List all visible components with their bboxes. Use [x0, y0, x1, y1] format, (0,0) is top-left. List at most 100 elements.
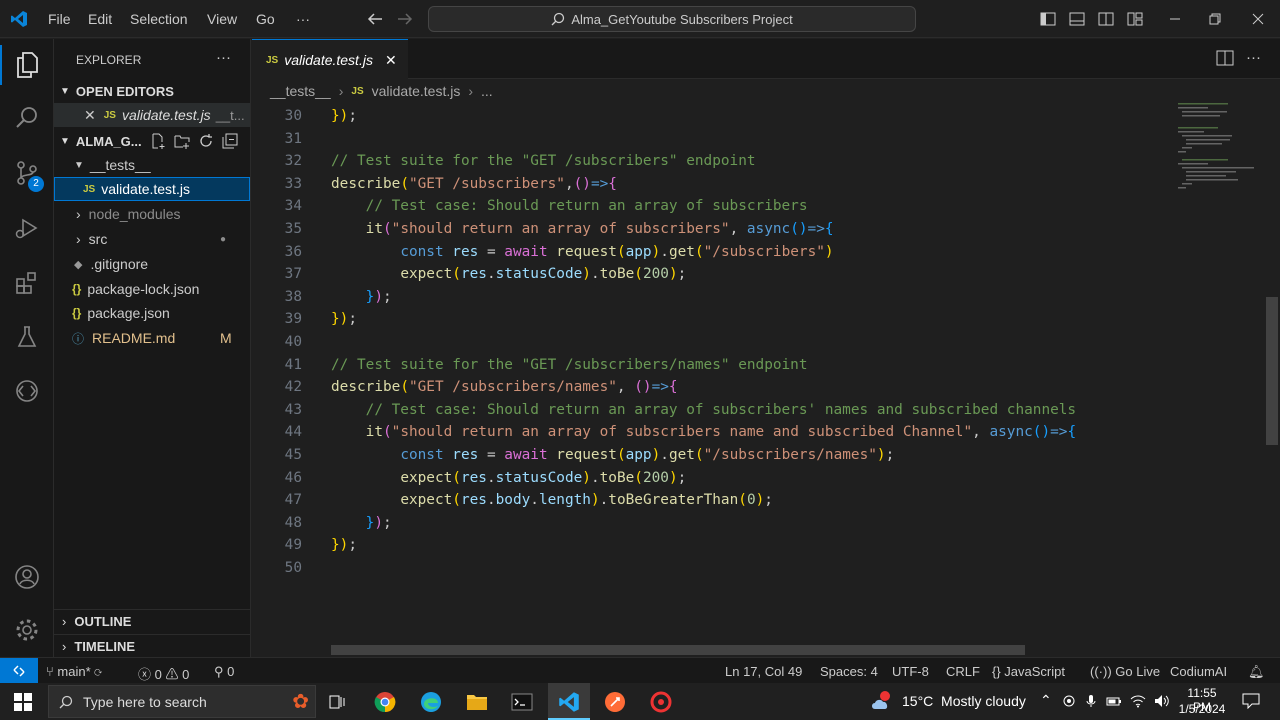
toggle-sidebar-icon[interactable]	[1040, 11, 1056, 27]
code-editor[interactable]: 30}); 31 32 // Test suite for the "GET /su…	[252, 107, 1172, 657]
extensions-icon[interactable]	[11, 267, 43, 299]
ports-indicator[interactable]: ⚲ 0	[214, 664, 234, 680]
weather-text[interactable]: 15°C Mostly cloudy	[902, 693, 1026, 709]
timeline-section[interactable]: › TIMELINE	[54, 634, 250, 658]
toggle-secondary-sidebar-icon[interactable]	[1098, 11, 1114, 27]
new-folder-icon[interactable]	[174, 133, 190, 149]
chevron-up-icon[interactable]: ⌃	[1040, 692, 1052, 709]
project-section[interactable]: ▼ ALMA_G...	[54, 129, 250, 153]
codium-ai[interactable]: CodiumAI	[1170, 664, 1227, 679]
problems-indicator[interactable]: ⓧ 0 ⚠ 0	[138, 664, 189, 683]
task-view-icon[interactable]	[322, 687, 352, 717]
minimap[interactable]	[1174, 101, 1264, 211]
breadcrumb-file[interactable]: validate.test.js	[372, 83, 461, 99]
code-line[interactable]: 47 expect(res.body.length).toBeGreaterTh…	[252, 489, 1172, 511]
breadcrumb-symbol[interactable]: ...	[481, 83, 493, 99]
remote-indicator-icon[interactable]	[0, 658, 38, 684]
collapse-all-icon[interactable]	[222, 133, 238, 149]
code-line[interactable]: 30});	[252, 107, 1172, 127]
more-actions-icon[interactable]: ···	[1246, 49, 1261, 66]
file-readme[interactable]: ⓘ README.md M	[54, 326, 250, 350]
code-line[interactable]: 44 it("should return an array of subscri…	[252, 421, 1172, 443]
code-line[interactable]: 50	[252, 557, 1172, 579]
battery-icon[interactable]	[1106, 694, 1122, 708]
code-line[interactable]: 40	[252, 331, 1172, 353]
line-ending[interactable]: CRLF	[946, 664, 980, 679]
windows-start-icon[interactable]	[8, 687, 38, 717]
toggle-panel-icon[interactable]	[1069, 11, 1085, 27]
code-line[interactable]: 31	[252, 128, 1172, 150]
folder-tests[interactable]: ▼ __tests__	[54, 153, 250, 177]
menu-view[interactable]: View	[207, 11, 237, 27]
code-line[interactable]: 48 });	[252, 512, 1172, 534]
volume-icon[interactable]	[1154, 694, 1170, 708]
code-line[interactable]: 32 // Test suite for the "GET /subscriber…	[252, 150, 1172, 172]
clock-date[interactable]: 1/5/2024	[1176, 702, 1228, 716]
webcam-icon[interactable]	[1062, 694, 1076, 708]
go-live-button[interactable]: ((·)) Go Live	[1090, 664, 1160, 679]
taskbar-search-box[interactable]: Type here to search ✿	[48, 685, 316, 718]
cursor-position[interactable]: Ln 17, Col 49	[725, 664, 802, 679]
explorer-icon[interactable]	[11, 49, 43, 81]
outline-section[interactable]: › OUTLINE	[54, 609, 250, 633]
encoding[interactable]: UTF-8	[892, 664, 929, 679]
settings-gear-icon[interactable]	[11, 614, 43, 646]
chrome-icon[interactable]	[370, 687, 400, 717]
breadcrumb-folder[interactable]: __tests__	[270, 83, 331, 99]
wifi-icon[interactable]	[1130, 694, 1146, 708]
menu-more[interactable]: ···	[296, 11, 310, 27]
code-line[interactable]: 33 describe("GET /subscribers",()=>{	[252, 173, 1172, 195]
close-editor-icon[interactable]: ✕	[84, 107, 96, 124]
indentation[interactable]: Spaces: 4	[820, 664, 878, 679]
code-line[interactable]: 49});	[252, 534, 1172, 556]
customize-layout-icon[interactable]	[1127, 11, 1143, 27]
minimize-icon[interactable]	[1168, 12, 1182, 26]
menu-selection[interactable]: Selection	[130, 11, 188, 27]
vertical-scrollbar[interactable]	[1266, 297, 1278, 445]
edge-icon[interactable]	[416, 687, 446, 717]
search-view-icon[interactable]	[11, 102, 43, 134]
close-tab-icon[interactable]: ✕	[385, 52, 397, 69]
explorer-more-icon[interactable]: ···	[216, 49, 231, 66]
command-center-search[interactable]: Alma_GetYoutube Subscribers Project	[428, 6, 916, 32]
microphone-icon[interactable]	[1084, 694, 1098, 708]
vscode-taskbar-button[interactable]	[548, 683, 590, 720]
folder-src[interactable]: › src ●	[54, 227, 250, 251]
notifications-bell-icon[interactable]: 🔔︎	[1248, 664, 1265, 680]
code-line[interactable]: 39});	[252, 308, 1172, 330]
file-validate-test[interactable]: JS validate.test.js	[54, 177, 250, 201]
branch-indicator[interactable]: ⑂ main* ⟳	[46, 664, 102, 679]
new-file-icon[interactable]	[150, 133, 166, 149]
code-line[interactable]: 46 expect(res.statusCode).toBe(200);	[252, 467, 1172, 489]
recorder-icon[interactable]	[646, 687, 676, 717]
refresh-icon[interactable]	[198, 133, 214, 149]
postman-icon[interactable]	[600, 687, 630, 717]
code-line[interactable]: 45 const res = await request(app).get("/…	[252, 444, 1172, 466]
terminal-icon[interactable]	[507, 687, 537, 717]
menu-edit[interactable]: Edit	[88, 11, 112, 27]
file-package-json[interactable]: {} package.json	[54, 301, 250, 325]
code-line[interactable]: 34 // Test case: Should return an array …	[252, 195, 1172, 217]
code-line[interactable]: 36 const res = await request(app).get("/…	[252, 241, 1172, 263]
code-line[interactable]: 42 describe("GET /subscribers/names", ()=…	[252, 376, 1172, 398]
testing-flask-icon[interactable]	[11, 321, 43, 353]
file-package-lock[interactable]: {} package-lock.json	[54, 277, 250, 301]
sync-icon[interactable]: ⟳	[91, 664, 102, 679]
remote-explorer-icon[interactable]	[11, 375, 43, 407]
code-line[interactable]: 38 });	[252, 286, 1172, 308]
weather-cloud-icon[interactable]	[870, 690, 894, 712]
code-line[interactable]: 35 it("should return an array of subscri…	[252, 218, 1172, 240]
split-editor-icon[interactable]	[1216, 50, 1234, 66]
code-line[interactable]: 43 // Test case: Should return an array …	[252, 399, 1172, 421]
open-editors-section[interactable]: ▼ OPEN EDITORS	[54, 79, 250, 103]
file-gitignore[interactable]: ◆ .gitignore	[54, 252, 250, 276]
open-editor-item[interactable]: ✕ JS validate.test.js __t...	[54, 103, 250, 127]
restore-icon[interactable]	[1208, 12, 1222, 26]
horizontal-scrollbar[interactable]	[331, 645, 1025, 655]
back-arrow-icon[interactable]	[366, 11, 384, 27]
menu-file[interactable]: File	[48, 11, 71, 27]
code-line[interactable]: 37 expect(res.statusCode).toBe(200);	[252, 263, 1172, 285]
code-line[interactable]: 41 // Test suite for the "GET /subscriber…	[252, 354, 1172, 376]
file-explorer-icon[interactable]	[462, 687, 492, 717]
menu-go[interactable]: Go	[256, 11, 275, 27]
